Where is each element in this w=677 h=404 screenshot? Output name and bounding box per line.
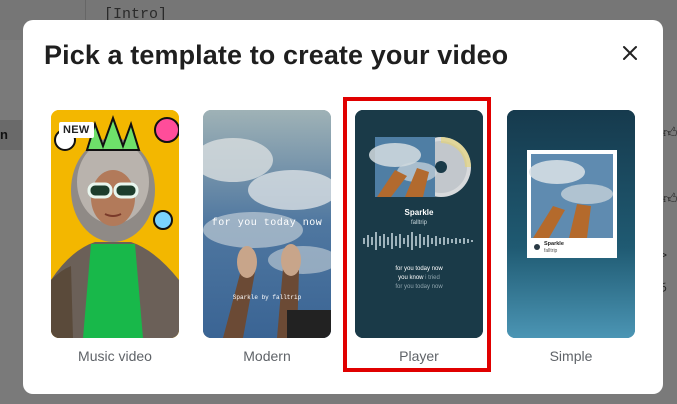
template-card-player[interactable]: Sparkle falltrip for you today now you k…	[355, 110, 483, 338]
modern-caption: Sparkle by falltrip	[232, 294, 302, 301]
close-button[interactable]	[619, 42, 641, 64]
player-artist: falltrip	[410, 220, 427, 226]
template-picker-dialog: Pick a template to create your video NEW…	[23, 20, 663, 394]
template-card-music-video[interactable]: NEW	[51, 110, 179, 338]
player-lyric-line-1: for you today now	[395, 266, 443, 272]
modern-overlay-text: for you today now	[211, 218, 323, 229]
background-left-char: n	[0, 127, 8, 142]
simple-artist: falltrip	[544, 248, 558, 254]
template-label-player: Player	[399, 348, 439, 364]
new-badge: NEW	[59, 122, 94, 138]
template-card-modern[interactable]: for you today now Sparkle by falltrip	[203, 110, 331, 338]
template-label-simple: Simple	[549, 348, 593, 364]
thumbs-up-icon: 👍︎	[663, 190, 677, 206]
player-lyric-line-3: for you today now	[395, 284, 443, 290]
background-divider	[85, 0, 86, 20]
thumbs-up-icon: 👍︎	[663, 124, 677, 140]
music-video-thumbnail	[51, 110, 179, 338]
dialog-title: Pick a template to create your video	[44, 40, 509, 70]
template-card-simple[interactable]: Sparkle falltrip	[507, 110, 635, 338]
player-song-title: Sparkle	[404, 208, 434, 217]
template-label-music-video: Music video	[78, 348, 152, 364]
simple-thumbnail	[507, 110, 635, 338]
simple-song-title: Sparkle	[544, 241, 564, 247]
close-icon	[623, 46, 637, 60]
player-lyric-line-2: you know i tried	[398, 275, 440, 281]
template-label-modern: Modern	[243, 348, 291, 364]
